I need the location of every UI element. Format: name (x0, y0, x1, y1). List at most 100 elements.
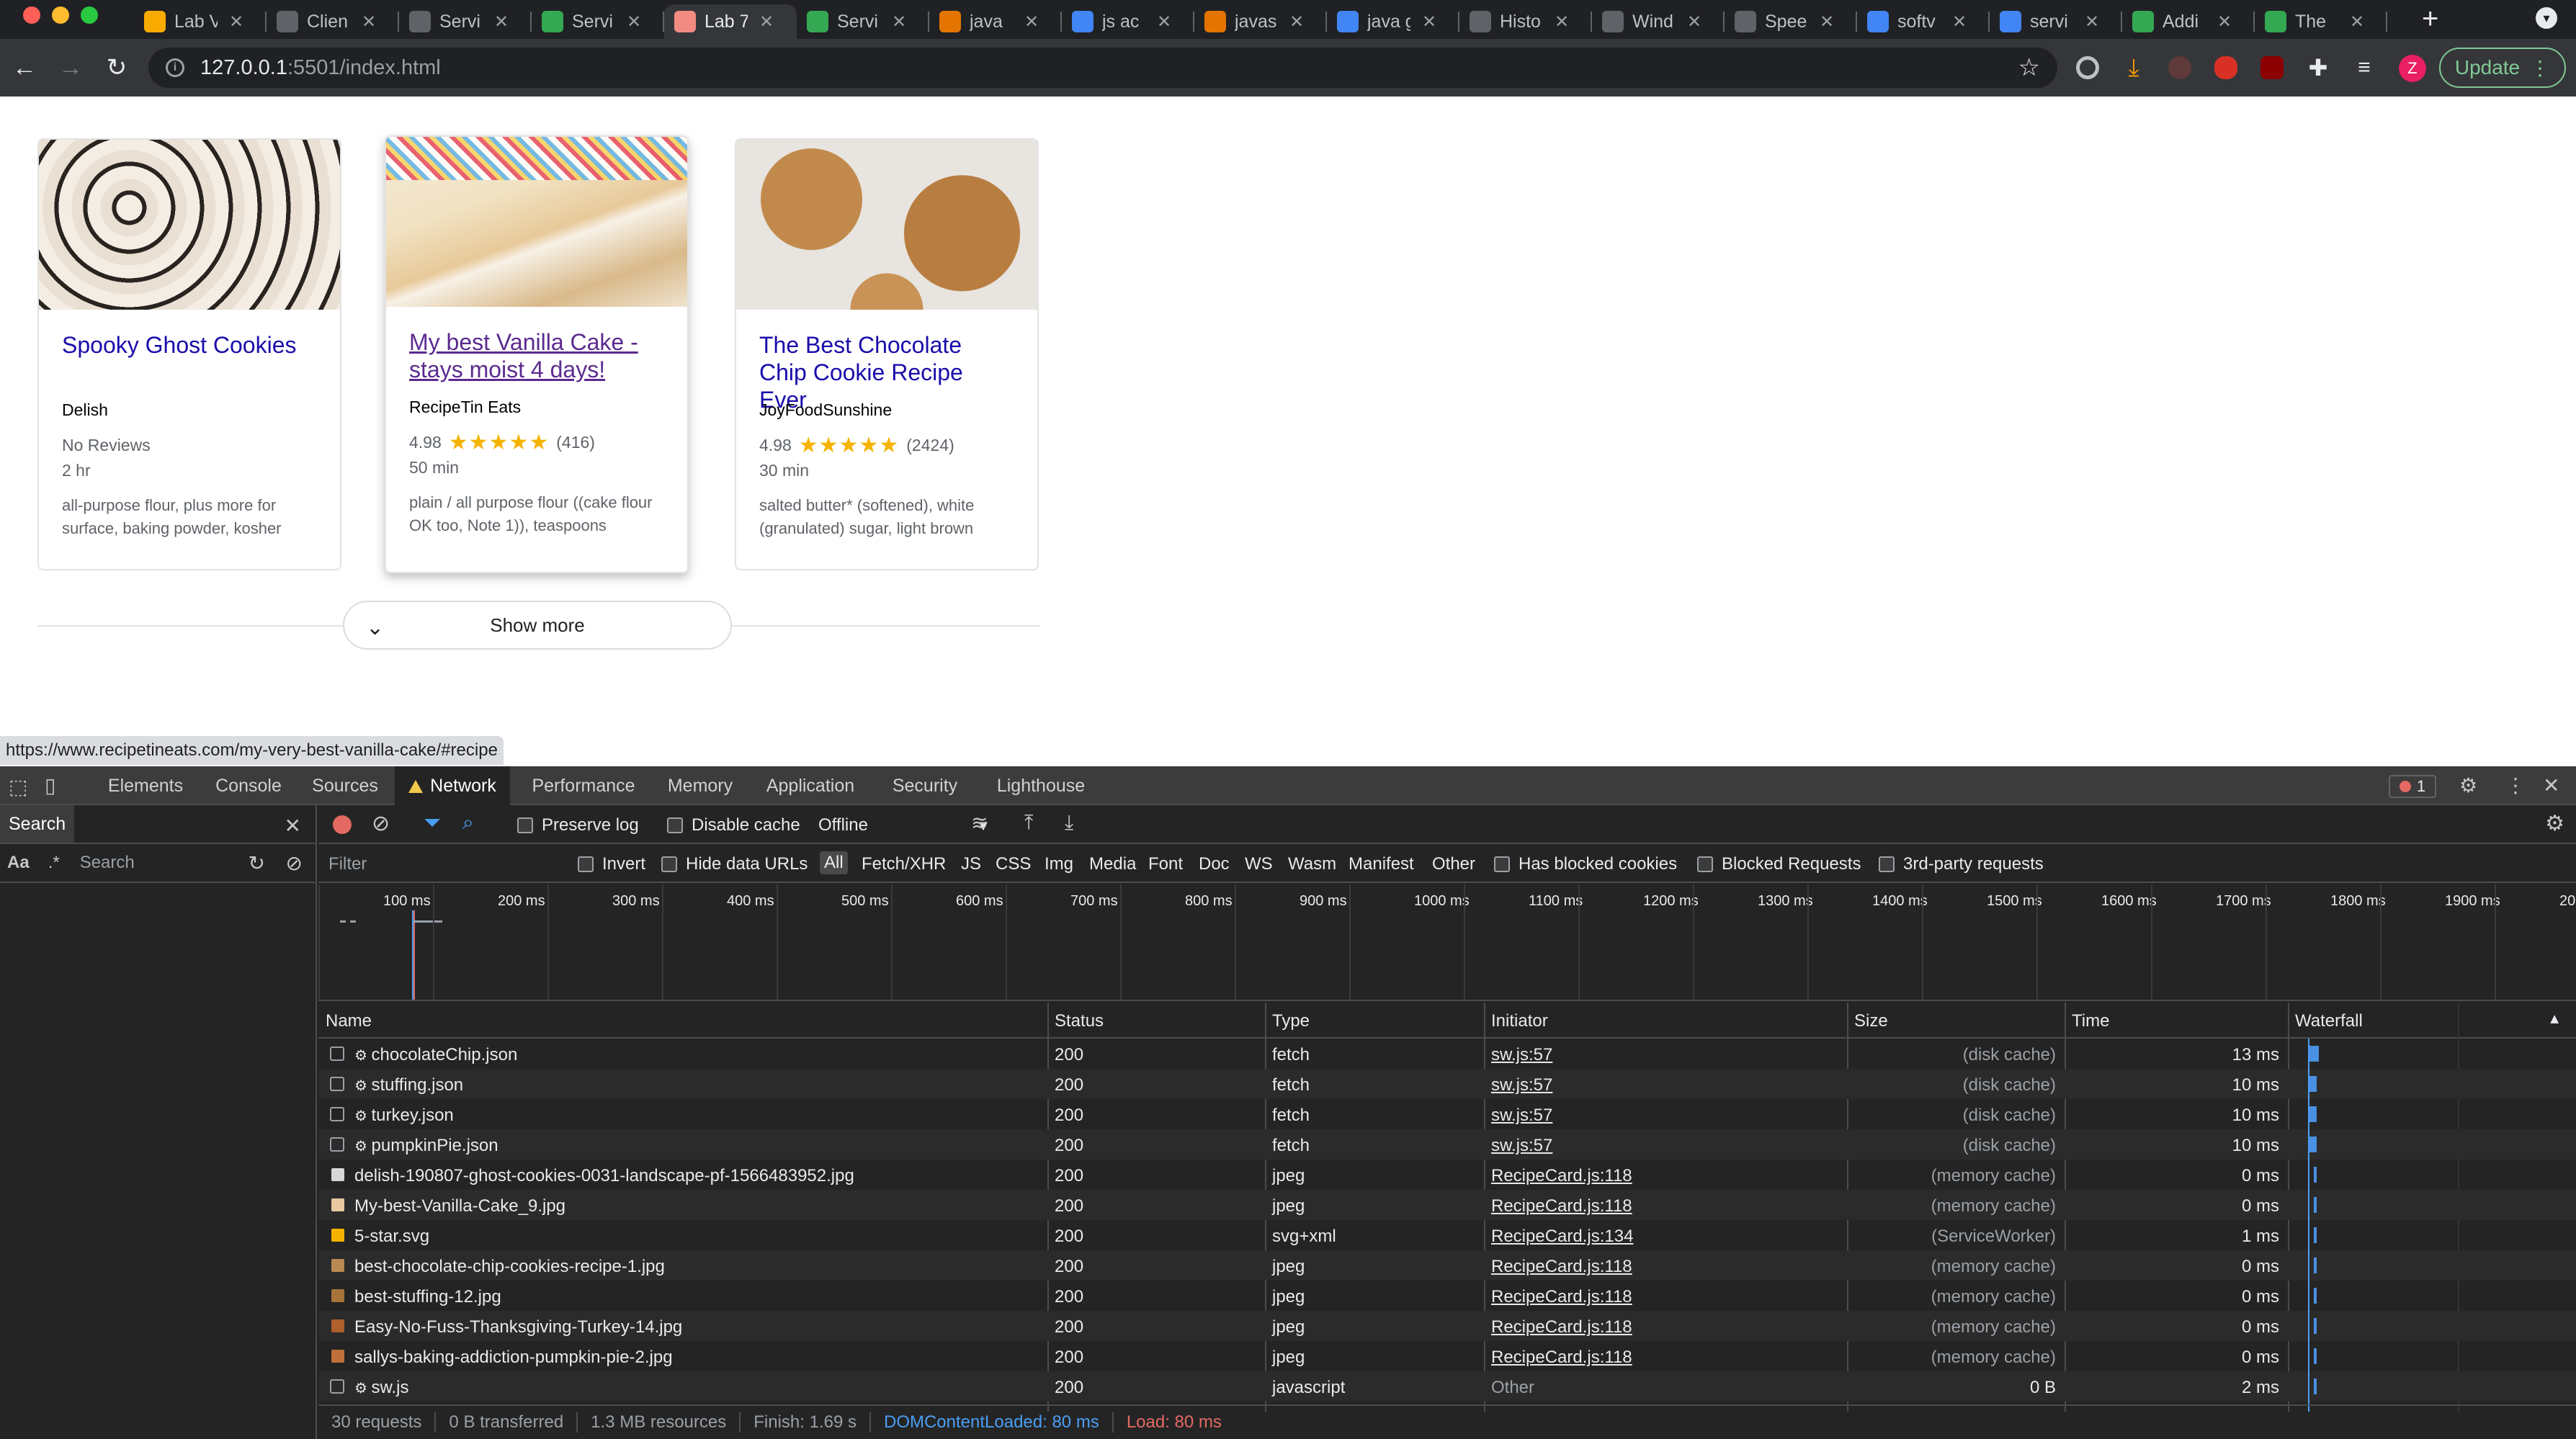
show-more-button[interactable]: ⌄ Show more (343, 601, 732, 650)
tab-close-icon[interactable]: ✕ (494, 12, 509, 32)
browser-tab[interactable]: javas ✕ (1194, 4, 1327, 39)
browser-tab[interactable]: Spee ✕ (1725, 4, 1857, 39)
devtools-tab-application[interactable]: Application (751, 766, 870, 805)
type-filter-wasm[interactable]: Wasm (1288, 854, 1336, 874)
disable-cache-checkbox[interactable]: Disable cache (667, 815, 800, 835)
request-row[interactable]: ⚙ sw.js 200 javascript Other 0 B 2 ms (318, 1371, 2576, 1402)
type-filter-manifest[interactable]: Manifest (1349, 854, 1414, 874)
request-initiator-link[interactable]: sw.js:57 (1491, 1045, 1552, 1065)
recipe-card[interactable]: Spooky Ghost Cookies Delish No Reviews 2 hr… (37, 138, 341, 570)
tab-close-icon[interactable]: ✕ (1289, 12, 1304, 32)
tab-close-icon[interactable]: ✕ (1952, 12, 1967, 32)
import-har-icon[interactable]: ⤒ (1024, 811, 1033, 835)
tab-close-icon[interactable]: ✕ (362, 12, 376, 32)
request-row[interactable]: My-best-Vanilla-Cake_9.jpg 200 jpeg RecipeC… (318, 1190, 2576, 1220)
tab-close-icon[interactable]: ✕ (1820, 12, 1834, 32)
back-button[interactable]: ← (9, 52, 40, 84)
request-name[interactable]: ⚙ pumpkinPie.json (354, 1136, 498, 1156)
site-info-icon[interactable]: i (166, 58, 184, 77)
request-row[interactable]: Easy-No-Fuss-Thanksgiving-Turkey-14.jpg 2… (318, 1311, 2576, 1341)
request-name[interactable]: best-stuffing-12.jpg (354, 1287, 501, 1307)
browser-tab[interactable]: softv ✕ (1857, 4, 1990, 39)
browser-tab[interactable]: java ✕ (929, 4, 1062, 39)
request-name[interactable]: best-chocolate-chip-cookies-recipe-1.jpg (354, 1257, 665, 1277)
request-name[interactable]: ⚙ stuffing.json (354, 1075, 463, 1095)
type-filter-fetchxhr[interactable]: Fetch/XHR (862, 854, 946, 874)
inspect-element-icon[interactable]: ⬚ (9, 775, 27, 799)
request-initiator-link[interactable]: sw.js:57 (1491, 1075, 1552, 1095)
filter-input[interactable]: Filter (328, 854, 367, 874)
request-name[interactable]: ⚙ sw.js (354, 1378, 409, 1398)
search-input[interactable]: Search (80, 853, 135, 873)
new-tab-button[interactable]: + (2422, 3, 2438, 35)
media-queue-icon[interactable]: ≡ (2353, 56, 2376, 79)
regex-toggle[interactable]: .* (48, 853, 60, 873)
match-case-toggle[interactable]: Aa (7, 853, 30, 873)
browser-tab[interactable]: Servi ✕ (532, 4, 664, 39)
error-count-badge[interactable]: 1 (2389, 775, 2436, 798)
col-time[interactable]: Time (2072, 1011, 2109, 1031)
type-filter-font[interactable]: Font (1148, 854, 1183, 874)
col-size[interactable]: Size (1854, 1011, 1888, 1031)
type-filter-all[interactable]: All (820, 851, 848, 874)
request-initiator-link[interactable]: RecipeCard.js:134 (1491, 1227, 1633, 1247)
network-conditions-icon[interactable]: ≋ (971, 811, 988, 835)
recipe-title-link[interactable]: Spooky Ghost Cookies (62, 331, 317, 398)
forward-button[interactable]: → (55, 52, 86, 84)
request-name[interactable]: My-best-Vanilla-Cake_9.jpg (354, 1196, 565, 1216)
type-filter-ws[interactable]: WS (1245, 854, 1273, 874)
request-row[interactable]: ⚙ turkey.json 200 fetch sw.js:57 (disk cache… (318, 1099, 2576, 1129)
tab-close-icon[interactable]: ✕ (1687, 12, 1701, 32)
network-settings-icon[interactable]: ⚙ (2545, 811, 2564, 836)
col-initiator[interactable]: Initiator (1491, 1011, 1548, 1031)
maximize-window-button[interactable] (81, 6, 98, 24)
devtools-tab-lighthouse[interactable]: Lighthouse (980, 766, 1102, 805)
download-icon[interactable]: ⤓ (2122, 55, 2145, 80)
request-row[interactable]: sallys-baking-addiction-pumpkin-pie-2.jp… (318, 1341, 2576, 1371)
browser-tab[interactable]: Wind ✕ (1592, 4, 1725, 39)
tab-close-icon[interactable]: ✕ (2217, 12, 2232, 32)
type-filter-js[interactable]: JS (961, 854, 981, 874)
col-type[interactable]: Type (1272, 1011, 1310, 1031)
reload-button[interactable]: ↻ (101, 52, 133, 84)
devtools-tab-memory[interactable]: Memory (654, 766, 746, 805)
tab-close-icon[interactable]: ✕ (627, 12, 641, 32)
settings-gear-icon[interactable]: ⚙ (2459, 774, 2477, 797)
invert-checkbox[interactable]: Invert (578, 854, 645, 874)
tab-close-icon[interactable]: ✕ (229, 12, 243, 32)
browser-tab[interactable]: The ✕ (2255, 4, 2387, 39)
col-name[interactable]: Name (326, 1011, 372, 1031)
blocked-requests-checkbox[interactable]: Blocked Requests (1697, 854, 1861, 874)
throttling-select[interactable]: Offline ▼ (818, 815, 990, 835)
third-party-requests-checkbox[interactable]: 3rd-party requests (1879, 854, 2044, 874)
request-name[interactable]: Easy-No-Fuss-Thanksgiving-Turkey-14.jpg (354, 1317, 682, 1337)
request-initiator-link[interactable]: RecipeCard.js:118 (1491, 1257, 1632, 1277)
col-waterfall[interactable]: Waterfall (2295, 1011, 2363, 1031)
col-status[interactable]: Status (1055, 1011, 1104, 1031)
close-window-button[interactable] (23, 6, 40, 24)
request-initiator-link[interactable]: RecipeCard.js:118 (1491, 1317, 1632, 1337)
preserve-log-checkbox[interactable]: Preserve log (517, 815, 639, 835)
devtools-tab-performance[interactable]: Performance (519, 766, 648, 805)
request-name[interactable]: ⚙ turkey.json (354, 1106, 454, 1126)
tab-close-icon[interactable]: ✕ (1422, 12, 1436, 32)
request-row[interactable]: ⚙ chocolateChip.json 200 fetch sw.js:57 (dis… (318, 1039, 2576, 1069)
request-row[interactable]: ⚙ pumpkinPie.json 200 fetch sw.js:57 (disk c… (318, 1129, 2576, 1160)
recipe-image[interactable] (39, 140, 340, 310)
recipe-title-link[interactable]: My best Vanilla Cake - stays moist 4 day… (409, 328, 664, 395)
browser-tab[interactable]: Lab 7 ✕ (664, 4, 797, 39)
browser-tab[interactable]: Servi ✕ (797, 4, 929, 39)
request-name[interactable]: 5-star.svg (354, 1227, 429, 1247)
request-initiator-link[interactable]: sw.js:57 (1491, 1106, 1552, 1126)
search-network-icon[interactable]: ⌕ (462, 811, 474, 835)
ublock-icon[interactable] (2260, 56, 2284, 79)
browser-tab[interactable]: Servi ✕ (399, 4, 532, 39)
recipe-card[interactable]: The Best Chocolate Chip Cookie Recipe Ev… (735, 138, 1039, 570)
clear-search-icon[interactable]: ⊘ (286, 851, 303, 875)
hide-data-urls-checkbox[interactable]: Hide data URLs (661, 854, 808, 874)
tab-close-icon[interactable]: ✕ (1157, 12, 1171, 32)
tab-close-icon[interactable]: ✕ (2085, 12, 2099, 32)
refresh-search-icon[interactable]: ↻ (249, 851, 265, 875)
browser-tab[interactable]: Addi ✕ (2122, 4, 2255, 39)
sort-ascending-icon[interactable]: ▲ (2547, 1011, 2562, 1028)
